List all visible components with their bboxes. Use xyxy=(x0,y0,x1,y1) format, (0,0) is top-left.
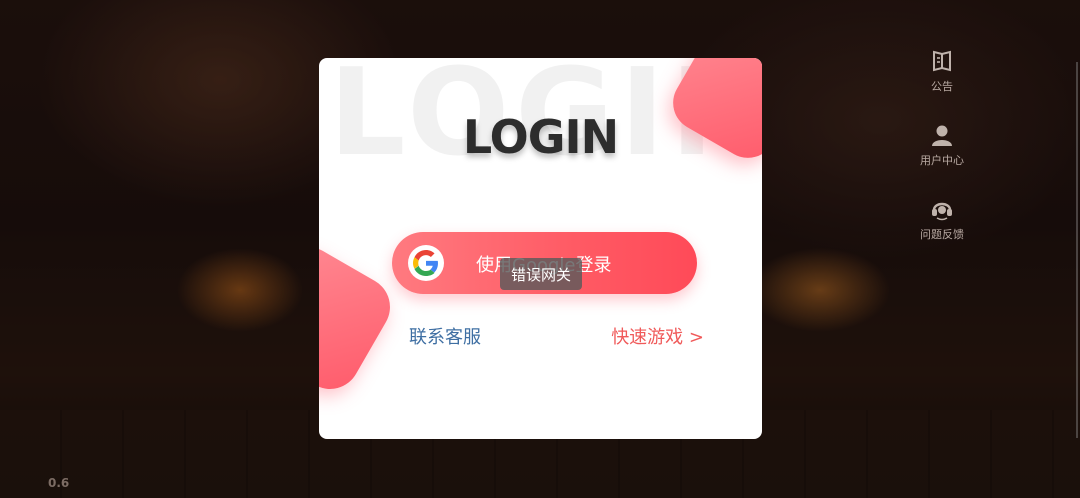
side-item-notice[interactable]: 公告 xyxy=(908,48,976,100)
google-icon xyxy=(408,245,444,281)
login-title: LOGIN xyxy=(462,110,619,164)
side-item-feedback[interactable]: 问题反馈 xyxy=(908,196,976,248)
notice-icon xyxy=(933,50,951,72)
version-label: 0.6 xyxy=(48,476,70,490)
headset-icon xyxy=(932,202,952,221)
side-item-label: 公告 xyxy=(931,80,953,93)
side-item-label: 问题反馈 xyxy=(920,228,964,241)
scrollbar[interactable] xyxy=(1076,62,1078,438)
side-item-label: 用户中心 xyxy=(920,154,964,167)
error-toast: 错误网关 xyxy=(500,258,582,290)
decor-shape-bottom-left xyxy=(319,236,401,400)
login-dialog: LOGIN LOGIN 使用Google登录 错误网关 联系客服 快速游戏 > xyxy=(319,58,762,439)
side-item-user-center[interactable]: 用户中心 xyxy=(908,122,976,174)
quick-play-link[interactable]: 快速游戏 > xyxy=(611,323,704,349)
user-icon xyxy=(932,125,952,146)
contact-support-link[interactable]: 联系客服 xyxy=(409,323,481,349)
